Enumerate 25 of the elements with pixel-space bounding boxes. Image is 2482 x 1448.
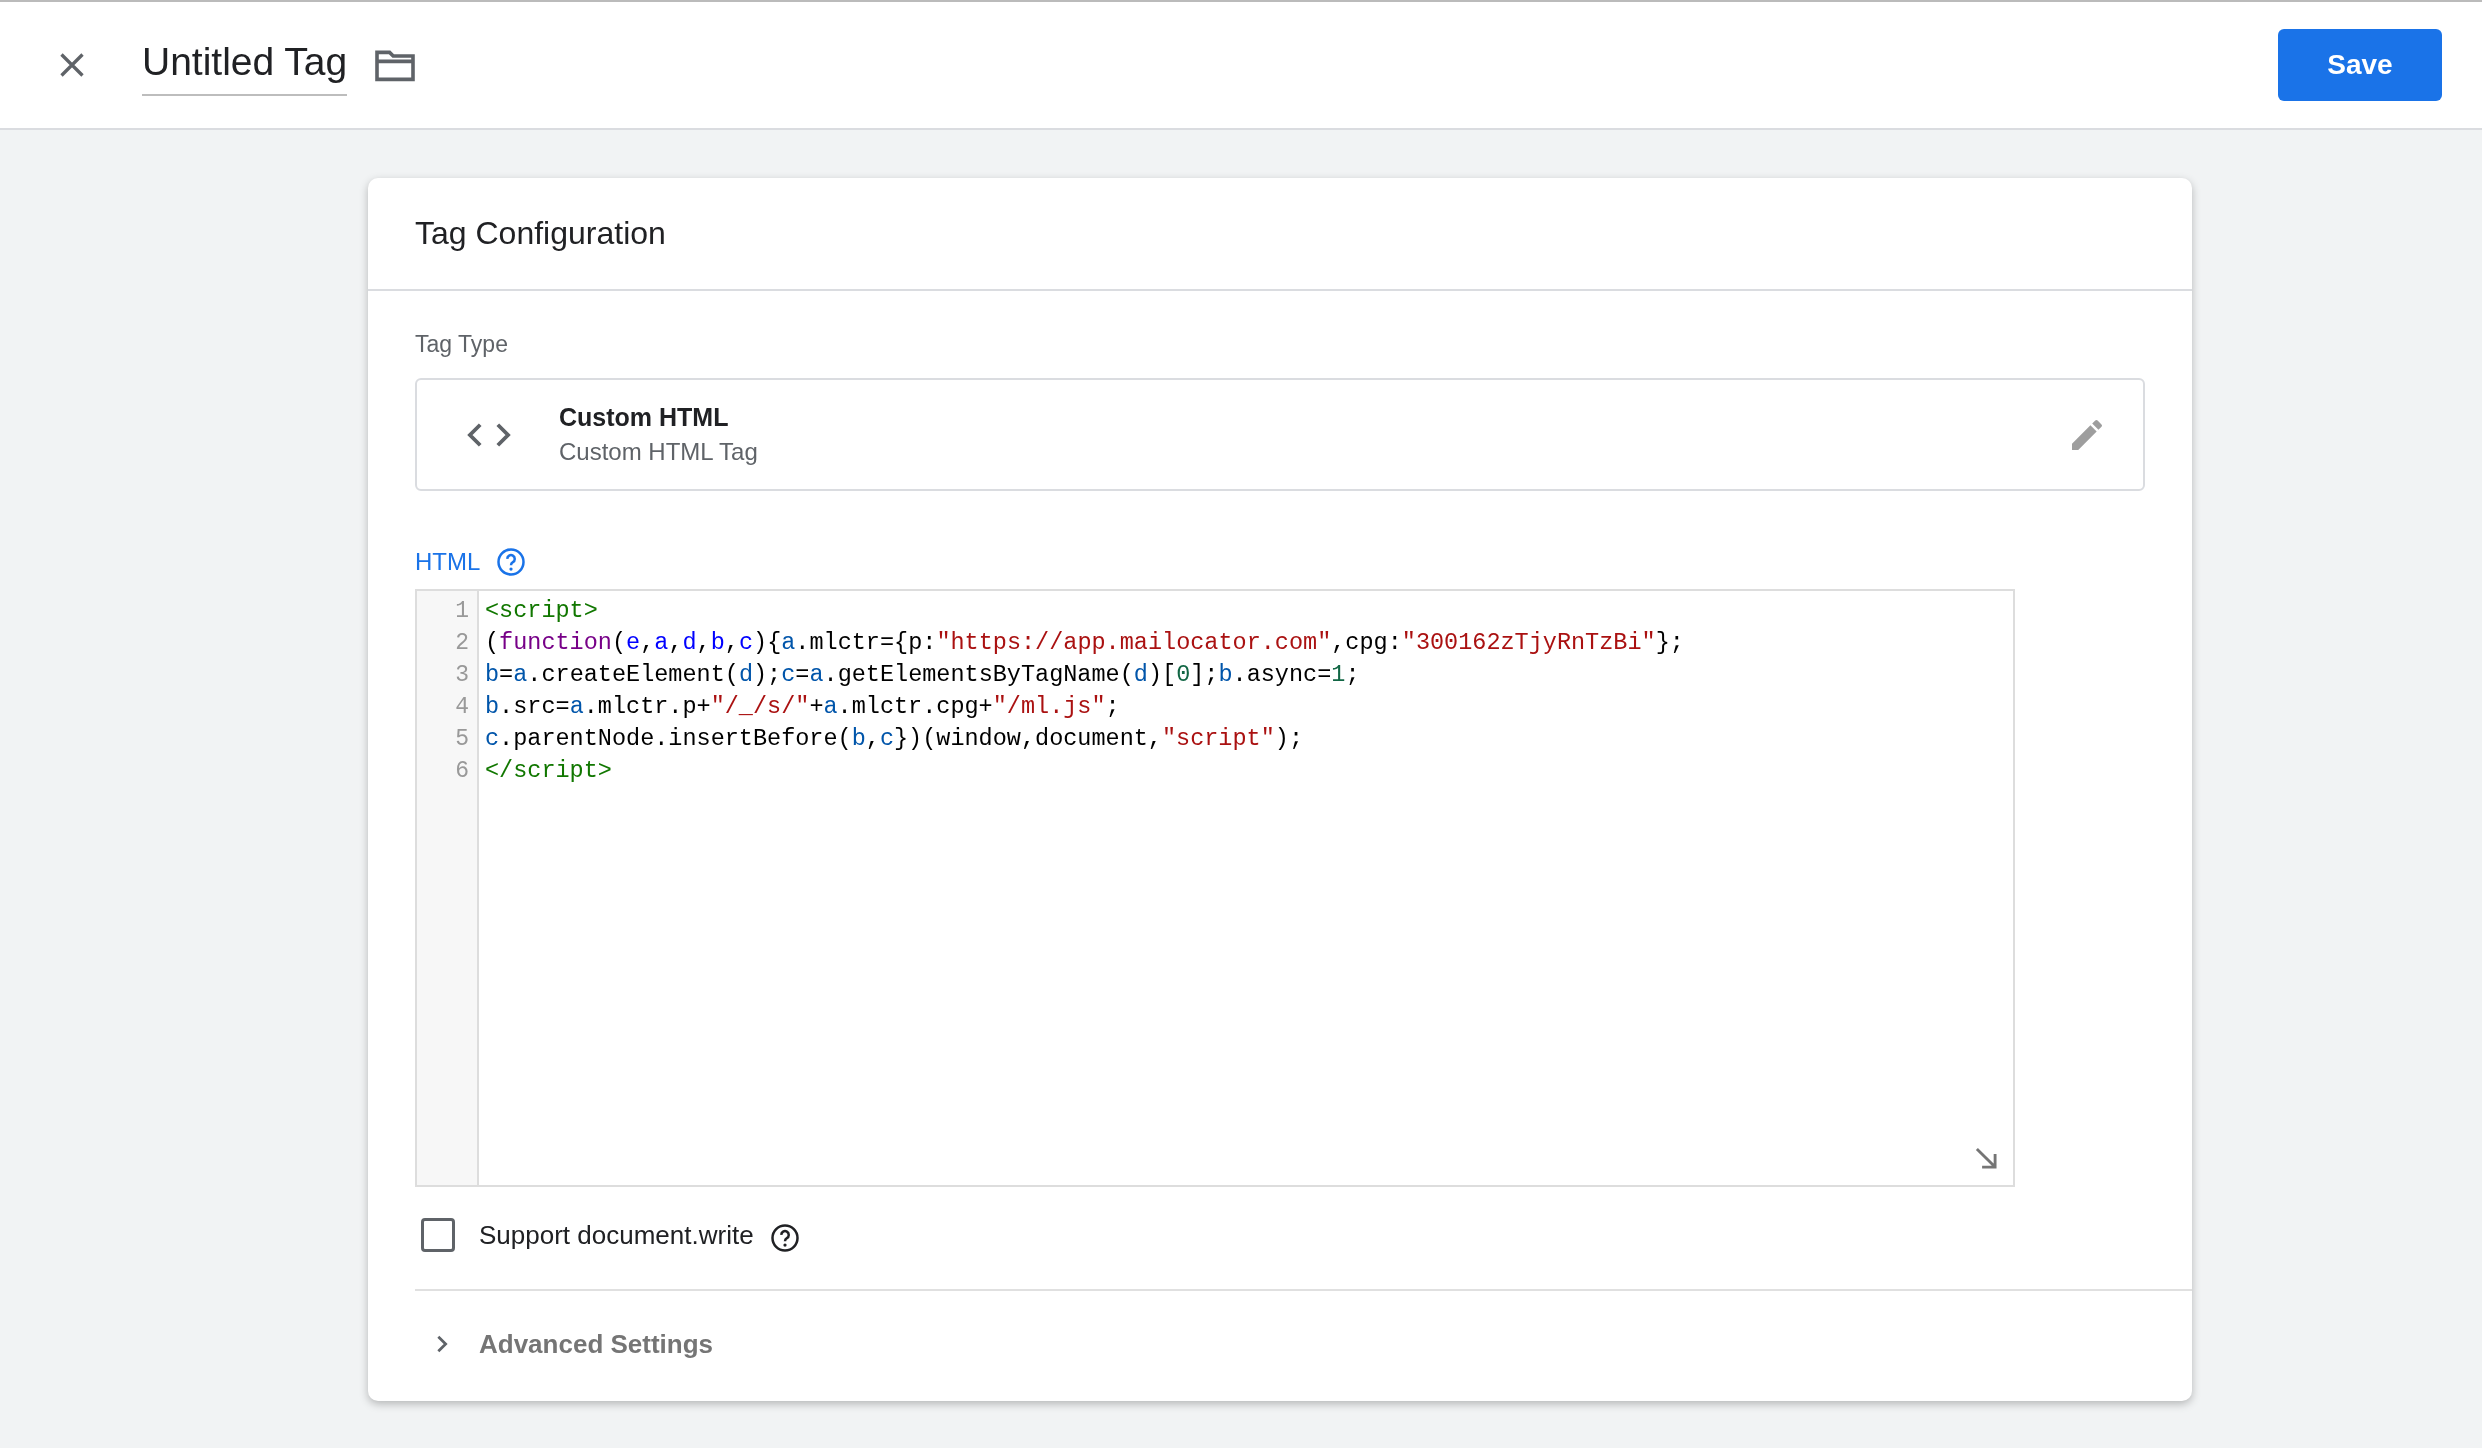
advanced-settings-toggle[interactable]: Advanced Settings <box>479 1328 714 1360</box>
tag-name-field[interactable]: Untitled Tag <box>142 40 348 96</box>
html-label: HTML <box>415 548 481 576</box>
tag-type-name: Custom HTML <box>559 403 730 432</box>
tag-type-selector[interactable]: Custom HTML Custom HTML Tag <box>415 378 2145 491</box>
line-number: 2 <box>454 629 470 658</box>
code-line: b.src=a.mlctr.p+"/_/s/"+a.mlctr.cpg+"/ml.js"; <box>485 692 1121 722</box>
line-number: 6 <box>454 757 470 786</box>
card-title: Tag Configuration <box>415 215 666 252</box>
save-button[interactable]: Save <box>2278 29 2442 101</box>
code-line: b=a.createElement(d);c=a.getElementsByTagName(d)[0];b.async=1; <box>485 660 1361 690</box>
code-line: <script> <box>485 596 599 626</box>
checkbox[interactable] <box>421 1218 455 1252</box>
line-number: 1 <box>454 597 470 626</box>
section-label: Tag Type <box>415 331 508 357</box>
line-number: 4 <box>454 693 470 722</box>
line-number: 5 <box>454 725 470 754</box>
code-line: (function(e,a,d,b,c){a.mlctr={p:"https://app.mailocator.com",cpg:"300162zTjyRnTzBi"}; <box>485 628 1684 658</box>
code-line: </script> <box>485 756 613 786</box>
code-line: c.parentNode.insertBefore(b,c})(window,document,"script"); <box>485 724 1304 754</box>
resize-handle-icon[interactable] <box>1973 1145 1999 1171</box>
line-number: 3 <box>454 661 470 690</box>
help-icon[interactable] <box>769 1223 800 1253</box>
checkbox-label: Support document.write <box>479 1219 754 1251</box>
tag-type-description: Custom HTML Tag <box>559 438 759 466</box>
